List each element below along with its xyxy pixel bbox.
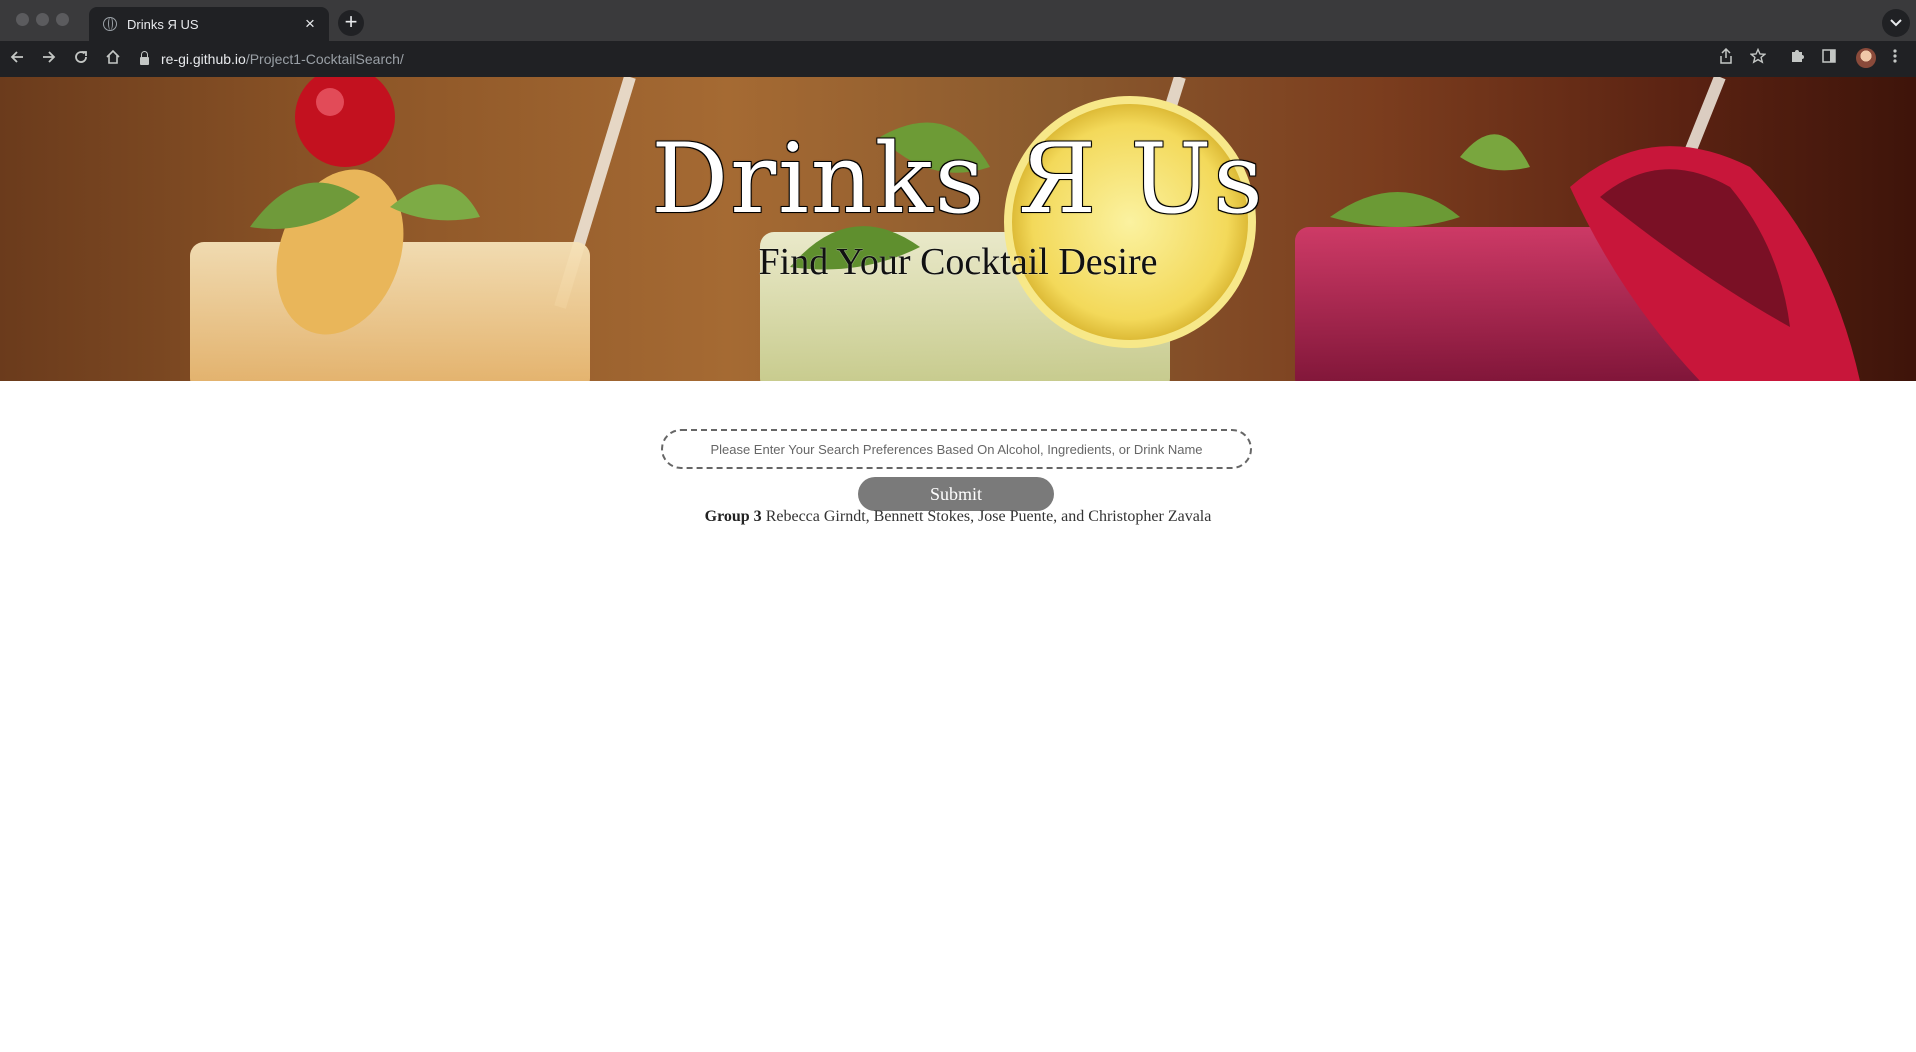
lock-icon[interactable] — [140, 51, 149, 65]
tab-active[interactable]: Drinks Я US × — [89, 7, 329, 41]
url-path: /Project1-CocktailSearch/ — [245, 51, 404, 67]
search-input[interactable] — [661, 429, 1252, 469]
arrow-right-icon — [43, 51, 56, 63]
site-title: Drinks Я Us — [651, 123, 1265, 235]
puzzle-icon — [1792, 50, 1804, 62]
profile-avatar[interactable] — [1856, 48, 1876, 68]
url-host: re-gi.github.io — [161, 51, 246, 67]
globe-icon — [103, 17, 117, 31]
close-window-button[interactable] — [16, 13, 29, 26]
share-button[interactable] — [1715, 47, 1737, 70]
forward-button[interactable] — [38, 48, 60, 70]
reload-icon — [75, 51, 87, 63]
browser-toolbar: re-gi.github.io/Project1-CocktailSearch/ — [0, 41, 1916, 77]
chevron-down-icon — [1890, 19, 1902, 27]
credits-line: Group 3 Rebecca Girndt, Bennett Stokes, … — [0, 508, 1916, 526]
group-members: Rebecca Girndt, Bennett Stokes, Jose Pue… — [765, 508, 1212, 525]
tab-title: Drinks Я US — [127, 16, 199, 32]
zoom-window-button[interactable] — [56, 13, 69, 26]
minimize-window-button[interactable] — [36, 13, 49, 26]
home-button[interactable] — [102, 48, 124, 70]
extensions-button[interactable] — [1786, 48, 1808, 70]
bookmark-button[interactable] — [1747, 47, 1769, 70]
more-vertical-icon — [1893, 49, 1897, 63]
tab-bar: Drinks Я US × + — [0, 0, 1916, 41]
page-content: Drinks Я Us Find Your Cocktail Desire Su… — [0, 77, 1916, 1052]
menu-button[interactable] — [1884, 48, 1906, 70]
side-panel-button[interactable] — [1818, 48, 1840, 70]
side-panel-icon — [1822, 49, 1836, 63]
new-tab-button[interactable]: + — [338, 10, 364, 36]
home-icon — [106, 49, 120, 64]
star-icon — [1749, 47, 1767, 64]
address-bar[interactable]: re-gi.github.io/Project1-CocktailSearch/ — [140, 46, 404, 72]
hero-banner: Drinks Я Us Find Your Cocktail Desire — [0, 77, 1916, 381]
arrow-left-icon — [10, 51, 23, 63]
share-icon — [1720, 47, 1732, 64]
submit-button[interactable]: Submit — [858, 477, 1054, 511]
site-tagline: Find Your Cocktail Desire — [758, 241, 1158, 283]
tab-close-button[interactable]: × — [301, 15, 319, 33]
group-label: Group 3 — [704, 508, 762, 525]
tab-search-button[interactable] — [1882, 9, 1910, 37]
back-button[interactable] — [6, 48, 28, 70]
reload-button[interactable] — [70, 48, 92, 70]
